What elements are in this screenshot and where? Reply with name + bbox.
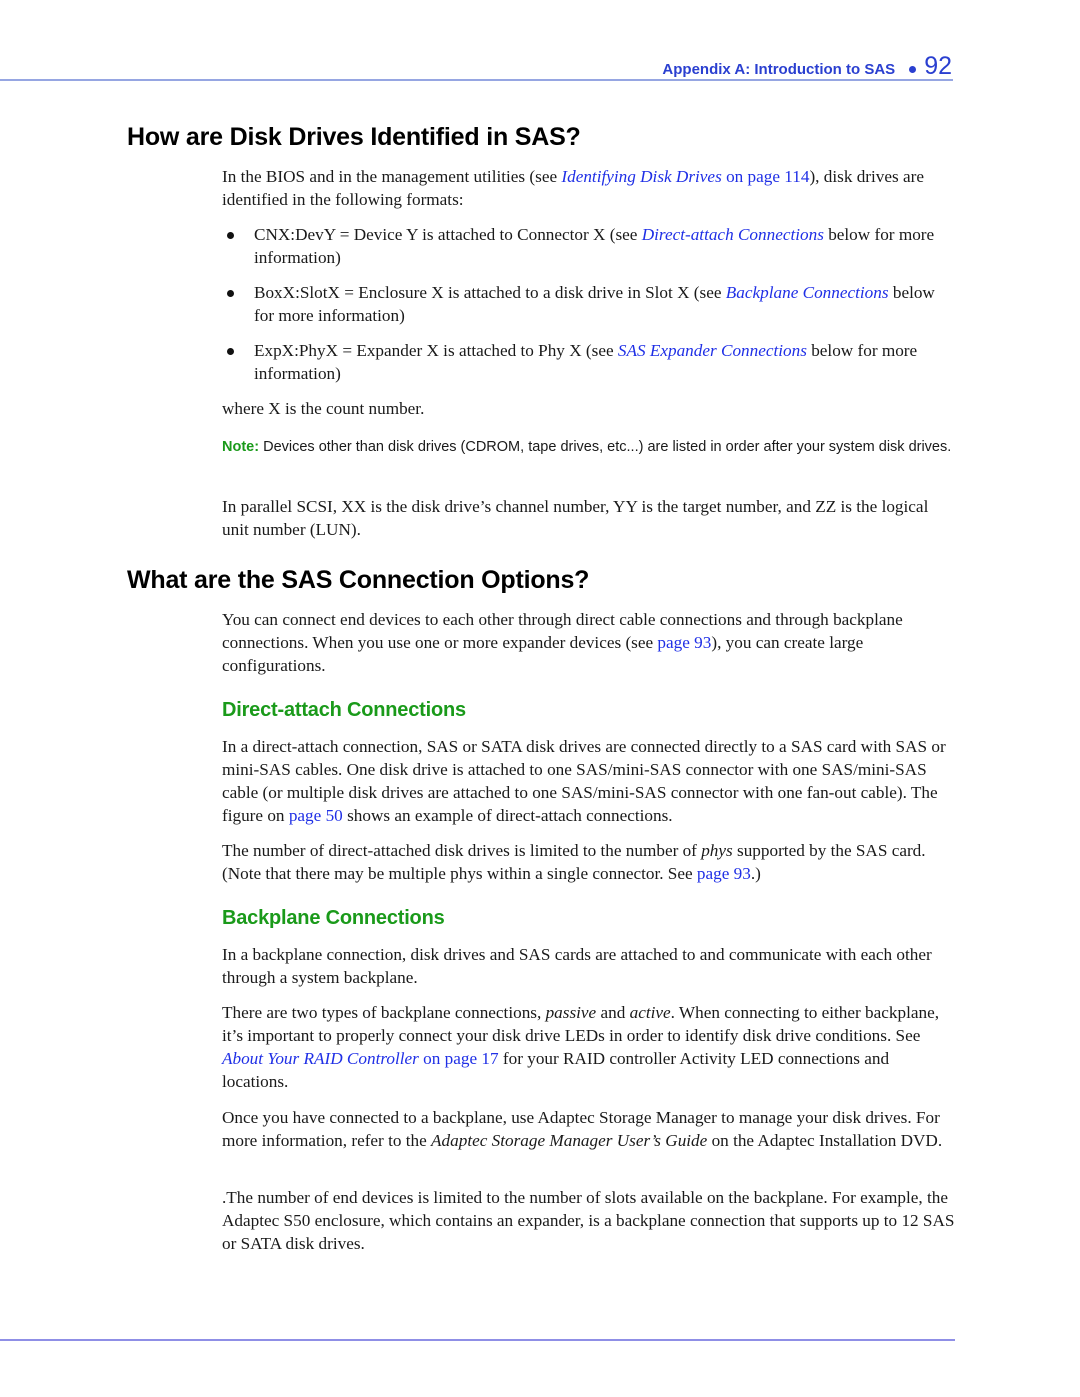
paragraph-backplane-1: In a backplane connection, disk drives a…: [222, 945, 932, 987]
heading-backplane: Backplane Connections: [222, 907, 445, 929]
note: Note: Devices other than disk drives (CD…: [222, 437, 957, 457]
text-italic: passive: [545, 1003, 597, 1022]
text: BoxX:SlotX = Enclosure X is attached to …: [254, 283, 726, 302]
text: The number of direct-attached disk drive…: [222, 841, 702, 860]
note-text: Devices other than disk drives (CDROM, t…: [259, 439, 952, 455]
bullet-icon: [227, 348, 234, 355]
footer-rule: [0, 1339, 955, 1341]
paragraph-backplane-4: .The number of end devices is limited to…: [222, 1188, 955, 1253]
bullet-separator-icon: [909, 66, 917, 73]
heading-disk-drives-identified: How are Disk Drives Identified in SAS?: [127, 123, 581, 151]
text: There are two types of backplane connect…: [222, 1003, 546, 1022]
link-text[interactable]: Identifying Disk Drives: [561, 167, 721, 186]
paragraph-direct-attach-1: In a direct-attach connection, SAS or SA…: [222, 735, 957, 827]
link-page-50[interactable]: page 50: [289, 806, 343, 825]
text: CNX:DevY = Device Y is attached to Conne…: [254, 225, 642, 244]
list-item: BoxX:SlotX = Enclosure X is attached to …: [222, 281, 957, 327]
text: and: [596, 1003, 630, 1022]
paragraph-intro: In the BIOS and in the management utilit…: [222, 165, 957, 211]
text: ExpX:PhyX = Expander X is attached to Ph…: [254, 341, 618, 360]
link-backplane-connections[interactable]: Backplane Connections: [726, 283, 889, 302]
link-page-93[interactable]: page 93: [697, 864, 751, 883]
link-text[interactable]: About Your RAID Controller: [222, 1049, 419, 1068]
link-text[interactable]: on page 17: [419, 1049, 498, 1068]
bullet-icon: [227, 232, 234, 239]
paragraph-where: where X is the count number.: [222, 399, 425, 418]
text-italic: Adaptec Storage Manager User’s Guide: [431, 1131, 708, 1150]
bullet-icon: [227, 290, 234, 297]
link-text[interactable]: on page 114: [722, 167, 809, 186]
link-about-your-raid-controller[interactable]: About Your RAID Controller on page 17: [222, 1049, 499, 1068]
header-rule: [0, 79, 953, 81]
link-direct-attach-connections[interactable]: Direct-attach Connections: [642, 225, 824, 244]
text: .): [750, 864, 761, 883]
list-item: CNX:DevY = Device Y is attached to Conne…: [222, 223, 957, 269]
text-italic: active: [629, 1003, 671, 1022]
note-label: Note:: [222, 439, 260, 455]
paragraph-parallel-scsi: In parallel SCSI, XX is the disk drive’s…: [222, 497, 929, 539]
paragraph-direct-attach-2: The number of direct-attached disk drive…: [222, 839, 957, 885]
paragraph-backplane-2: There are two types of backplane connect…: [222, 1001, 957, 1093]
list-item: ExpX:PhyX = Expander X is attached to Ph…: [222, 339, 957, 385]
link-identifying-disk-drives[interactable]: Identifying Disk Drives on page 114: [561, 167, 809, 186]
paragraph-connection-intro: You can connect end devices to each othe…: [222, 608, 957, 677]
heading-direct-attach: Direct-attach Connections: [222, 699, 466, 721]
link-page-93[interactable]: page 93: [657, 633, 711, 652]
text: In the BIOS and in the management utilit…: [222, 167, 562, 186]
heading-sas-connection-options: What are the SAS Connection Options?: [127, 566, 590, 594]
header-chapter-title: Appendix A: Introduction to SAS: [662, 61, 896, 78]
text: shows an example of direct-attach connec…: [342, 806, 673, 825]
text: on the Adaptec Installation DVD.: [707, 1131, 943, 1150]
link-sas-expander-connections[interactable]: SAS Expander Connections: [618, 341, 807, 360]
text-italic: phys: [701, 841, 733, 860]
running-header: Appendix A: Introduction to SAS 92: [662, 52, 952, 81]
paragraph-backplane-3: Once you have connected to a backplane, …: [222, 1106, 957, 1152]
page-number: 92: [924, 52, 952, 80]
